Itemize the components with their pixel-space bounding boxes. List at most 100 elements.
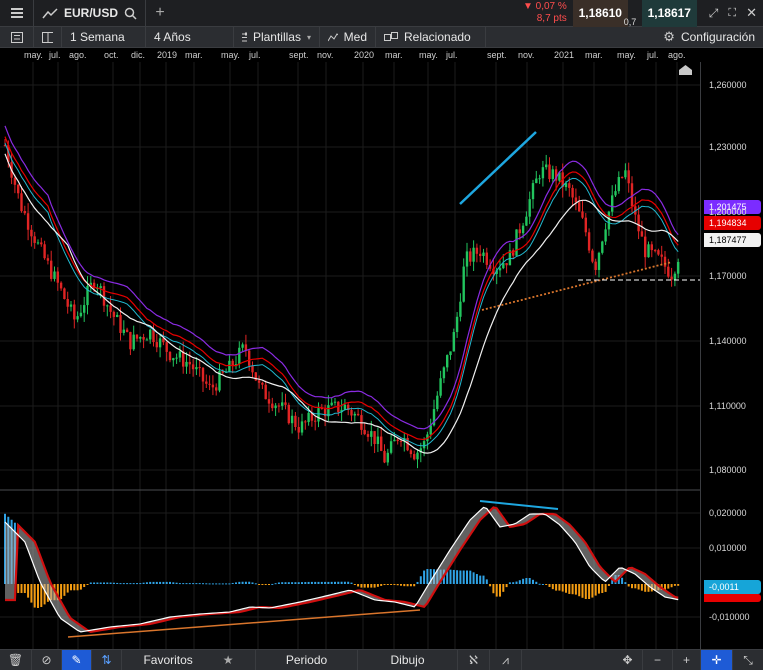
crosshair-button[interactable]: ✛ <box>701 650 733 670</box>
macd-tick: 0,010000 <box>709 543 747 553</box>
zoom-in-button[interactable]: + <box>673 650 701 670</box>
macd-histogram-bar <box>568 584 571 594</box>
bid-price-button[interactable]: 1,18610 <box>572 0 628 27</box>
price-chart[interactable] <box>0 62 700 649</box>
macd-histogram-bar <box>251 582 254 584</box>
move-button[interactable]: ✥ <box>613 650 643 670</box>
candle-body <box>182 351 185 367</box>
candle-body <box>614 191 617 196</box>
grid-button[interactable] <box>34 27 62 47</box>
time-label: mar. <box>185 50 203 60</box>
macd-histogram-bar <box>261 584 264 585</box>
favorites-label: Favoritos <box>143 653 193 667</box>
draw-button[interactable]: ✎ <box>62 650 92 670</box>
candle-body <box>436 395 439 410</box>
window-controls: ⤢ ⛶ ✕ <box>697 0 763 26</box>
macd-histogram-bar <box>274 583 277 585</box>
add-tab-button[interactable]: + <box>146 0 174 26</box>
favorites-button[interactable]: Favoritos ★ <box>122 650 256 670</box>
period-button[interactable]: Periodo <box>256 650 358 670</box>
macd-histogram-bar <box>60 584 63 600</box>
candle-body <box>20 193 23 212</box>
candle-body <box>528 199 531 217</box>
macd-histogram-bar <box>79 584 82 590</box>
fullscreen-button[interactable]: ⤡ <box>733 650 763 670</box>
popout-icon[interactable]: ⤢ <box>709 6 719 21</box>
candle-body <box>168 351 172 361</box>
macd-histogram-bar <box>413 584 416 587</box>
menu-button[interactable] <box>0 0 34 26</box>
sort-button[interactable]: ⇅ <box>92 650 122 670</box>
macd-histogram-bar <box>188 583 191 585</box>
layout-button[interactable] <box>0 27 34 47</box>
macd-histogram-bar <box>670 584 673 588</box>
star-icon: ★ <box>222 653 234 667</box>
macd-histogram-bar <box>337 581 340 584</box>
macd-histogram-bar <box>215 583 218 585</box>
macd-histogram-bar <box>640 584 643 591</box>
chart-type-button[interactable]: ⩘ <box>490 650 522 670</box>
price-axis[interactable]: 1,201475 1,194834 1,187477 -0,0011 1,260… <box>679 62 763 649</box>
macd-histogram-bar <box>218 583 221 585</box>
sliders-icon <box>242 32 247 41</box>
macd-histogram-bar <box>357 584 360 587</box>
drawing-button[interactable]: Dibujo <box>358 650 458 670</box>
candle-body <box>139 336 142 339</box>
candle-body <box>314 420 317 422</box>
price-tick: 1,170000 <box>709 271 747 281</box>
macd-histogram-bar <box>139 583 142 585</box>
macd-histogram-bar <box>89 582 92 584</box>
candle-body <box>644 236 647 258</box>
macd-histogram-bar <box>528 578 531 584</box>
interval-selector[interactable]: 1 Semana <box>62 27 146 47</box>
candle-body <box>449 351 452 356</box>
candle-body <box>112 311 116 317</box>
macd-histogram-bar <box>76 584 79 591</box>
close-icon[interactable]: ✕ <box>746 5 757 21</box>
candle-body <box>46 258 50 261</box>
macd-histogram-bar <box>136 583 138 585</box>
macd-histogram-bar <box>551 584 554 590</box>
macd-histogram-bar <box>297 582 300 584</box>
macd-histogram-bar <box>310 581 313 584</box>
trash-button[interactable]: 🗑 <box>0 650 32 670</box>
search-icon[interactable] <box>124 7 137 20</box>
arrows-updown-icon: ⇅ <box>101 653 112 667</box>
candle-body <box>30 229 33 237</box>
candle-body <box>594 261 597 270</box>
settings-label: Configuración <box>680 30 755 44</box>
macd-histogram-bar <box>367 584 369 588</box>
indicator-button[interactable]: Med <box>320 27 376 47</box>
time-label: 2021 <box>554 50 575 60</box>
pencil-icon: ✎ <box>71 653 82 667</box>
templates-button[interactable]: Plantillas ▾ <box>234 27 320 47</box>
candle-body <box>122 329 125 333</box>
candle-body <box>125 329 129 332</box>
macd-histogram-bar <box>495 584 498 597</box>
macd-histogram-bar <box>673 584 676 586</box>
trendline-blue[interactable] <box>459 131 537 205</box>
candle-body <box>155 342 158 348</box>
hide-button[interactable]: ⊘ <box>32 650 62 670</box>
ask-price: 1,18617 <box>647 6 691 20</box>
change-display: ▼ 0,07 % 8,7 pts <box>523 1 573 25</box>
related-button[interactable]: Relacionado <box>376 27 486 47</box>
range-selector[interactable]: 4 Años <box>146 27 234 47</box>
time-label: oct. <box>104 50 119 60</box>
candle-body <box>515 229 518 256</box>
macd-histogram-bar <box>535 581 538 584</box>
candle-body <box>63 288 66 299</box>
fx-button[interactable]: ℵ <box>458 650 490 670</box>
macd-histogram-bar <box>281 582 284 584</box>
candle-body <box>587 232 591 251</box>
settings-button[interactable]: ⚙ Configuración <box>655 27 763 47</box>
zoom-out-button[interactable]: − <box>643 650 673 670</box>
macd-trendline-orange[interactable] <box>67 609 421 638</box>
candle-body <box>578 202 581 212</box>
macd-histogram-bar <box>291 582 294 584</box>
top-bar: EUR/USD + ▼ 0,07 % 8,7 pts 1,18610 0,7 1… <box>0 0 763 27</box>
symbol-selector[interactable]: EUR/USD <box>34 0 146 26</box>
candle-body <box>158 338 162 348</box>
maximize-icon[interactable]: ⛶ <box>728 7 736 20</box>
ask-price-button[interactable]: 1,18617 <box>641 0 697 27</box>
